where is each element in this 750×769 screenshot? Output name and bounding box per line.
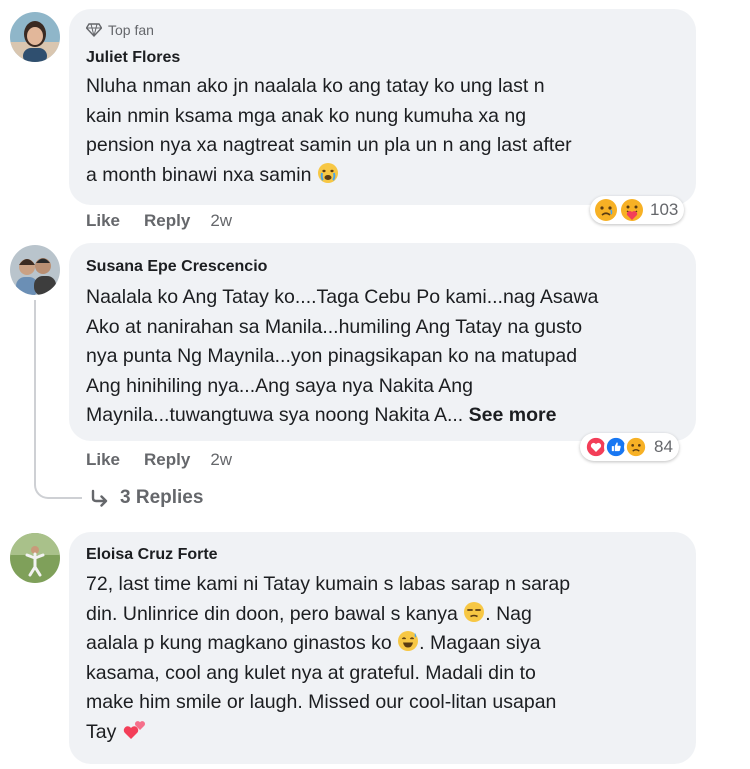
- comment-text: Naalala ko Ang Tatay ko....Taga Cebu Po …: [86, 283, 598, 431]
- comment-line: make him smile or laugh. Missed our cool…: [86, 691, 557, 713]
- top-fan-badge: Top fan: [86, 22, 154, 38]
- reaction-summary[interactable]: 84: [580, 433, 679, 461]
- comment-line: kasama, cool ang kulet nya at grateful. …: [86, 661, 536, 684]
- comment-author[interactable]: Juliet Flores: [86, 49, 180, 67]
- comment-line: Nluha nman ako jn naalala ko ang tatay k…: [86, 75, 545, 97]
- reaction-count: 84: [654, 437, 673, 456]
- comment-line: a month binawi nxa samin: [86, 161, 572, 191]
- comment-author[interactable]: Eloisa Cruz Forte: [86, 546, 218, 564]
- view-replies-button[interactable]: 3 Replies: [90, 487, 203, 509]
- comment-text: 72, last time kami ni Tatay kumain s lab…: [86, 570, 570, 747]
- comment-actions: Like Reply 2w: [86, 211, 232, 231]
- comment-line: Ako at nanirahan sa Manila...humiling An…: [86, 315, 583, 338]
- avatar-susana-epe-crescencio[interactable]: [10, 245, 60, 295]
- reply-button[interactable]: Reply: [144, 211, 190, 231]
- comment-line: Naalala ko Ang Tatay ko....Taga Cebu Po …: [86, 286, 599, 308]
- badge-label: Top fan: [108, 22, 154, 38]
- see-more-link[interactable]: See more: [469, 404, 557, 426]
- sad-icon: [624, 435, 648, 459]
- comment-line: Ang hinihiling nya...Ang saya nya Nakita…: [86, 374, 474, 397]
- comment-line: Maynila...tuwangtuwa sya noong Nakita A.…: [86, 404, 557, 426]
- replies-count-label: 3 Replies: [120, 487, 204, 508]
- comment-line: kain nmin ksama mga anak ko nung kumuha …: [86, 104, 527, 127]
- avatar-eloisa-cruz-forte[interactable]: [10, 533, 60, 583]
- like-button[interactable]: Like: [86, 211, 120, 231]
- two-hearts-icon: [123, 720, 145, 739]
- comment-timestamp[interactable]: 2w: [210, 211, 232, 231]
- reaction-summary[interactable]: 103: [590, 196, 685, 224]
- comment-line: pension nya xa nagtreat samin un pla un …: [86, 134, 572, 156]
- diamond-icon: [86, 23, 102, 37]
- comment-text: Nluha nman ako jn naalala ko ang tatay k…: [86, 72, 572, 190]
- comment-line: aalala p kung magkano ginastos ko . Maga…: [86, 631, 541, 654]
- grinning-sweat-icon: [398, 631, 419, 651]
- reply-button[interactable]: Reply: [144, 450, 190, 470]
- reply-arrow-icon: [91, 489, 108, 507]
- care-icon: [621, 199, 643, 221]
- comment-line: nya punta Ng Maynila...yon pinagsikapan …: [86, 345, 578, 367]
- comment-line: 72, last time kami ni Tatay kumain s lab…: [86, 573, 571, 595]
- comment-timestamp[interactable]: 2w: [210, 450, 232, 470]
- comment-actions: Like Reply 2w: [86, 450, 232, 470]
- reaction-count: 103: [650, 200, 679, 219]
- comment-author[interactable]: Susana Epe Crescencio: [86, 258, 267, 276]
- avatar-juliet-flores[interactable]: [10, 12, 60, 62]
- crying-face-icon: [317, 162, 338, 183]
- unamused-face-icon: [464, 601, 485, 622]
- comment-line: din. Unlinrice din doon, pero bawal s ka…: [86, 601, 532, 625]
- sad-icon: [595, 199, 617, 221]
- comment-line: Tay: [86, 718, 570, 748]
- like-button[interactable]: Like: [86, 450, 120, 470]
